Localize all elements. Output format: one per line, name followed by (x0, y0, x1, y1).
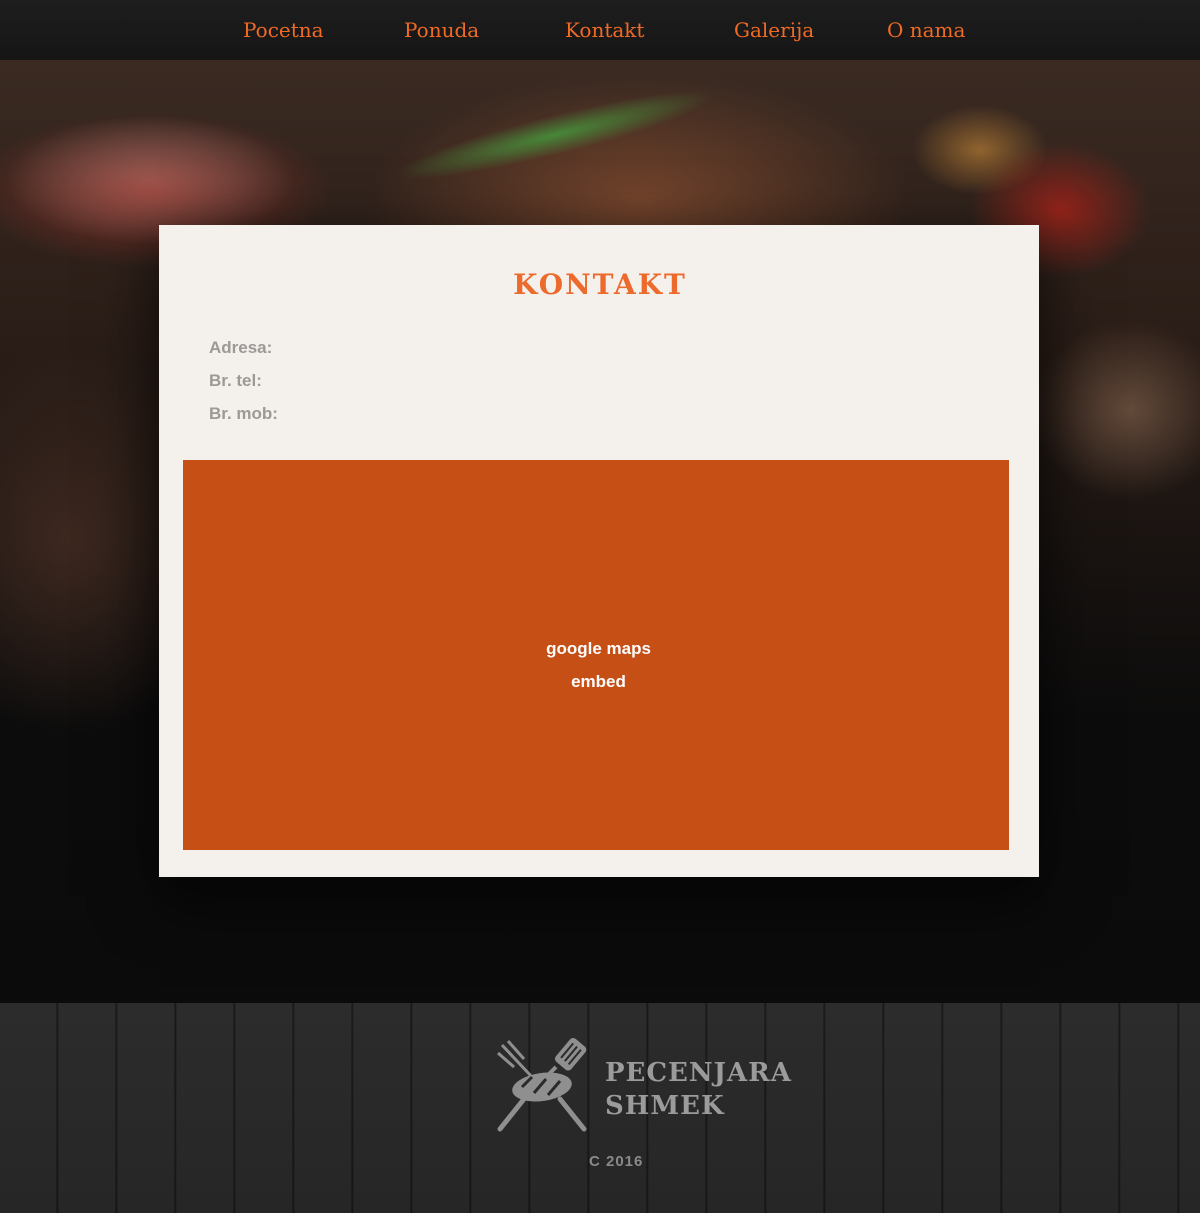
address-label: Adresa: (209, 338, 273, 357)
phone-label: Br. tel: (209, 371, 262, 390)
top-navigation: Pocetna Ponuda Kontakt Galerija O nama (0, 0, 1200, 60)
nav-item-pocetna[interactable]: Pocetna (243, 14, 324, 46)
footer (0, 1003, 1200, 1213)
map-placeholder-text-line2: embed (571, 672, 626, 691)
mobile-label: Br. mob: (209, 404, 278, 423)
nav-item-o-nama[interactable]: O nama (887, 14, 965, 46)
brand-name-line2: SHMEK (605, 1091, 725, 1121)
grill-utensils-icon (497, 1037, 587, 1132)
copyright-text: C 2016 (589, 1153, 644, 1170)
nav-item-ponuda[interactable]: Ponuda (404, 14, 479, 46)
brand-name-line1: PECENJARA (605, 1058, 792, 1088)
map-placeholder-text-line1: google maps (546, 639, 651, 658)
nav-item-kontakt[interactable]: Kontakt (565, 14, 644, 46)
page-title: KONTAKT (513, 268, 687, 301)
hero-decoration (390, 75, 720, 195)
nav-item-galerija[interactable]: Galerija (734, 14, 814, 46)
